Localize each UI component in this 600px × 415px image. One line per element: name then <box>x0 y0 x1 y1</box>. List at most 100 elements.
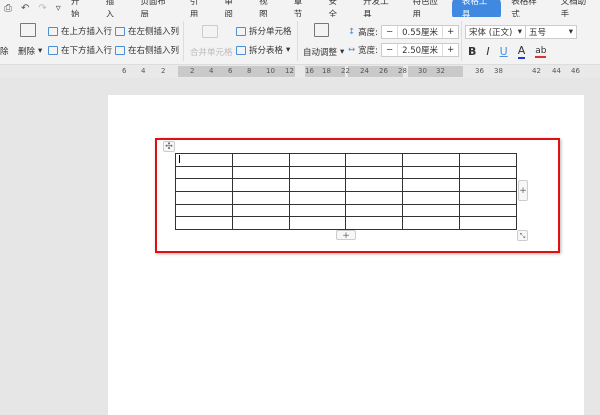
table-row <box>175 216 517 230</box>
undo-icon[interactable]: ↶ <box>21 3 29 14</box>
split-cells-button[interactable]: 拆分单元格 <box>236 25 292 37</box>
table-cell[interactable] <box>175 190 233 205</box>
table-cell[interactable] <box>175 178 233 192</box>
table-cell[interactable] <box>459 216 517 230</box>
ruler-tick: 24 <box>360 67 369 75</box>
width-control: ↔ 宽度: −2.50厘米 + <box>348 43 460 57</box>
table-cell[interactable] <box>288 190 347 205</box>
merge-cells-button[interactable]: 合并单元格 <box>190 46 233 58</box>
ruler-tick: 42 <box>532 67 541 75</box>
table-cell[interactable] <box>175 165 233 180</box>
table-cell[interactable] <box>288 216 347 230</box>
split-table-icon <box>236 45 246 55</box>
table-cell[interactable] <box>231 178 290 192</box>
table-cell[interactable] <box>288 178 347 192</box>
insert-below-label: 在下方插入行 <box>61 46 113 56</box>
table-cell[interactable] <box>459 178 517 192</box>
horizontal-ruler[interactable]: 6 4 2 2 4 6 8 10 12 16 18 22 24 26 28 30 32 36 38 42 44 46 <box>0 65 600 78</box>
width-icon: ↔ <box>348 45 356 55</box>
add-column-button[interactable]: + <box>518 180 528 201</box>
table-cell[interactable] <box>231 165 290 180</box>
table-cell[interactable] <box>459 190 517 205</box>
table-row <box>175 165 517 180</box>
split-table-button[interactable]: 拆分表格 ▾ <box>236 44 290 56</box>
italic-button[interactable]: I <box>486 45 489 58</box>
table-cell[interactable] <box>345 153 404 167</box>
table-cell[interactable] <box>459 165 517 180</box>
ruler-tick: 16 <box>305 67 314 75</box>
table[interactable] <box>175 153 517 230</box>
table-cell[interactable] <box>345 190 404 205</box>
width-decrease-button[interactable]: − <box>382 45 397 55</box>
add-row-button[interactable]: + <box>336 230 356 241</box>
ruler-tick: 44 <box>552 67 561 75</box>
table-cell[interactable] <box>231 153 290 167</box>
auto-fit-button[interactable]: 自动调整 ▾ <box>303 46 344 58</box>
table-cell[interactable] <box>402 190 461 205</box>
merge-cells-label: 合并单元格 <box>190 48 233 58</box>
height-increase-button[interactable]: + <box>443 27 458 37</box>
insert-right-button[interactable]: 在右侧插入列 <box>115 44 179 56</box>
table-cell[interactable] <box>345 216 404 230</box>
table-cell[interactable] <box>288 153 347 167</box>
height-decrease-button[interactable]: − <box>382 27 397 37</box>
ruler-tick: 12 <box>285 67 294 75</box>
table-cell[interactable] <box>231 203 290 218</box>
height-input[interactable]: 0.55厘米 <box>397 26 444 38</box>
table-cell[interactable] <box>402 153 461 167</box>
table-cell[interactable] <box>345 165 404 180</box>
width-increase-button[interactable]: + <box>443 45 458 55</box>
font-name-value: 宋体 (正文) <box>469 28 513 38</box>
table-cell[interactable] <box>402 165 461 180</box>
insert-left-button[interactable]: 在左侧插入列 <box>115 25 179 37</box>
table-cell[interactable] <box>459 153 517 167</box>
preview-icon[interactable]: ⎙ <box>4 3 12 14</box>
table-move-handle-icon[interactable]: ✣ <box>163 141 175 152</box>
table-row <box>175 203 517 218</box>
ruler-tick: 26 <box>379 67 388 75</box>
ruler-tick: 38 <box>494 67 503 75</box>
table-cell[interactable] <box>402 216 461 230</box>
split-cells-icon <box>236 26 246 36</box>
table-cell[interactable] <box>288 203 347 218</box>
table-cell[interactable] <box>345 203 404 218</box>
ruler-tick: 2 <box>190 67 195 75</box>
insert-below-button[interactable]: 在下方插入行 <box>48 44 112 56</box>
width-label: 宽度: <box>358 46 378 56</box>
font-name-select[interactable]: 宋体 (正文) ▾ <box>465 25 526 39</box>
insert-col-right-icon <box>115 45 125 55</box>
text-cursor <box>179 155 180 163</box>
table-cell[interactable] <box>288 165 347 180</box>
table-cell[interactable] <box>175 153 233 167</box>
table-cell[interactable] <box>345 178 404 192</box>
table-cell[interactable] <box>402 178 461 192</box>
insert-row-below-icon <box>48 45 58 55</box>
table-cell[interactable] <box>402 203 461 218</box>
resize-table-icon[interactable]: ⤡ <box>517 230 528 241</box>
ruler-tick: 30 <box>418 67 427 75</box>
table-cell[interactable] <box>459 203 517 218</box>
table-cell[interactable] <box>175 216 233 230</box>
font-color-button[interactable]: A <box>517 44 526 59</box>
ruler-tick: 28 <box>398 67 407 75</box>
table-cell[interactable] <box>231 190 290 205</box>
ruler-tick: 8 <box>247 67 252 75</box>
ruler-tick: 2 <box>161 67 166 75</box>
insert-above-label: 在上方插入行 <box>61 27 113 37</box>
font-size-value: 五号 <box>529 28 547 38</box>
width-input[interactable]: 2.50厘米 <box>397 44 444 56</box>
highlight-button[interactable]: ab <box>535 46 547 58</box>
delete-label: 删除 <box>18 47 36 57</box>
bold-button[interactable]: B <box>468 45 476 58</box>
insert-above-button[interactable]: 在上方插入行 <box>48 25 112 37</box>
insert-row-above-icon <box>48 26 58 36</box>
ruler-tick: 32 <box>436 67 445 75</box>
table-cell[interactable] <box>231 216 290 230</box>
delete-button[interactable]: 删除 ▾ <box>18 45 42 57</box>
redo-icon[interactable]: ↷ <box>38 3 46 14</box>
ruler-tick: 10 <box>266 67 275 75</box>
underline-button[interactable]: U <box>500 45 508 58</box>
table-cell[interactable] <box>175 203 233 218</box>
delete-table-button[interactable]: 除 <box>0 45 9 57</box>
font-size-select[interactable]: 五号 ▾ <box>525 25 577 39</box>
